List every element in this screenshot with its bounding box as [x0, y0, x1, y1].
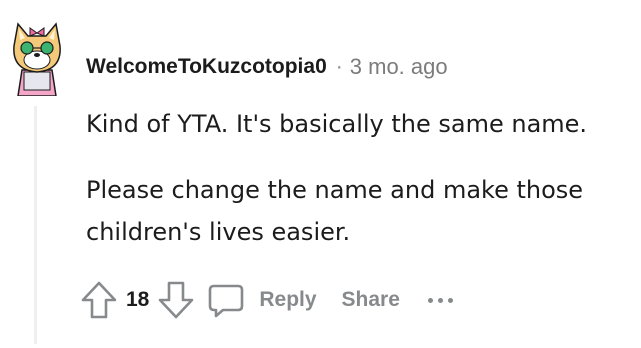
comment: WelcomeToKuzcotopia0 · 3 mo. ago Kind of…: [0, 0, 641, 348]
speech-bubble-icon: [209, 284, 244, 318]
comment-meta: WelcomeToKuzcotopia0 · 3 mo. ago: [86, 52, 448, 82]
ellipsis-dot: [447, 297, 453, 303]
author-username[interactable]: WelcomeToKuzcotopia0: [86, 55, 327, 79]
reply-label: Reply: [259, 288, 317, 311]
ellipsis-dot: [437, 297, 443, 303]
downvote-button[interactable]: [157, 280, 195, 320]
comment-line: children's lives easier.: [86, 218, 351, 246]
user-avatar[interactable]: [6, 16, 68, 97]
upvote-button[interactable]: [80, 280, 118, 320]
share-label: Share: [341, 288, 400, 311]
more-options-button[interactable]: [427, 290, 453, 310]
comment-paragraph: Please change the name and make those ch…: [86, 169, 638, 253]
comment-timestamp[interactable]: 3 mo. ago: [350, 54, 448, 80]
thread-line[interactable]: [34, 106, 37, 344]
arrow-down-icon: [159, 281, 194, 319]
share-button[interactable]: Share: [342, 288, 400, 312]
meta-separator: ·: [335, 55, 343, 78]
vote-count: 18: [126, 288, 150, 311]
comment-paragraph: Kind of YTA. It's basically the same nam…: [86, 110, 588, 138]
comment-body: Kind of YTA. It's basically the same nam…: [86, 103, 638, 253]
avatar-image: [13, 22, 61, 97]
ellipsis-icon: [427, 297, 433, 303]
comment-actions: 18 Reply Share: [80, 278, 453, 322]
reply-button[interactable]: Reply: [207, 282, 317, 318]
comment-line: Please change the name and make those: [86, 176, 584, 204]
arrow-up-icon: [81, 281, 117, 319]
